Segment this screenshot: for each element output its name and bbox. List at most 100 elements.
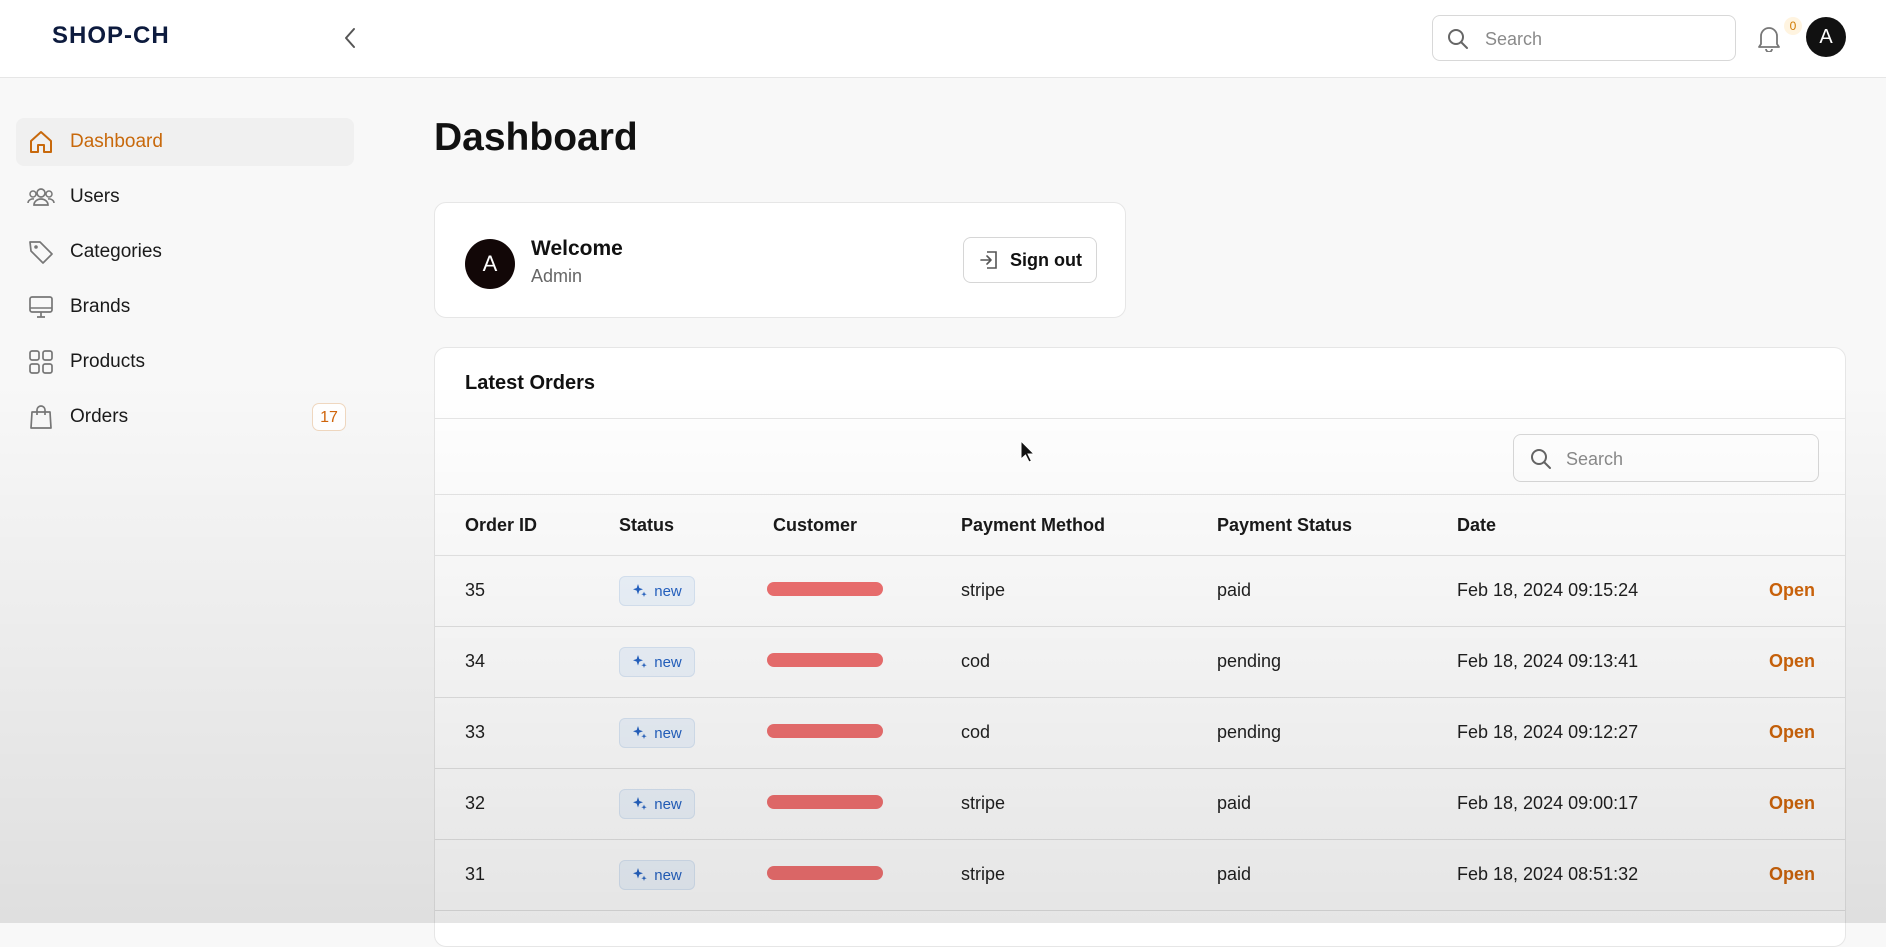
page-title: Dashboard [434,116,638,159]
sparkle-icon [633,726,647,739]
sidebar-item-label: Orders [70,406,129,427]
avatar: A [465,239,515,289]
payment-status: pending [1217,651,1282,671]
order-id: 32 [465,793,486,813]
open-order-link[interactable]: Open [1769,651,1815,672]
column-header-customer[interactable]: Customer [773,515,857,536]
sidebar: Dashboard Users Categories Brands Produc… [0,78,370,923]
welcome-role: Admin [531,266,583,286]
column-header-status[interactable]: Status [619,515,674,536]
payment-method: cod [961,722,991,742]
status-badge: new [619,860,695,890]
status-label: new [654,866,682,884]
open-order-link[interactable]: Open [1769,722,1815,743]
order-id: 31 [465,864,486,884]
sidebar-item-products[interactable]: Products [16,338,354,386]
sign-out-button[interactable]: Sign out [963,237,1097,283]
user-avatar[interactable]: A [1806,17,1846,57]
redacted-customer-name [767,724,883,738]
order-date: Feb 18, 2024 09:13:41 [1457,651,1639,671]
latest-orders-card: Latest Orders Order ID Status Customer P… [434,347,1846,947]
payment-method: cod [961,651,991,671]
status-badge: new [619,718,695,748]
divider [435,418,1845,419]
order-date: Feb 18, 2024 09:12:27 [1457,722,1639,742]
payment-status: paid [1217,864,1252,884]
sidebar-item-users[interactable]: Users [16,173,354,221]
open-order-link[interactable]: Open [1769,864,1815,885]
welcome-title: Welcome [531,237,623,260]
table-row[interactable]: 31 new stripe paid Feb 18, 2024 08:51:32 Open [435,840,1845,911]
column-header-date[interactable]: Date [1457,515,1496,536]
payment-method: stripe [961,580,1006,600]
order-id: 34 [465,651,486,671]
payment-status: paid [1217,580,1252,600]
column-header-payment-status[interactable]: Payment Status [1217,515,1352,536]
sparkle-icon [633,797,647,810]
status-label: new [654,795,682,813]
sidebar-item-label: Dashboard [70,131,163,152]
bell-icon [1758,27,1780,53]
order-date: Feb 18, 2024 08:51:32 [1457,864,1639,884]
redacted-customer-name [767,582,883,596]
redacted-customer-name [767,866,883,880]
sidebar-item-label: Brands [70,296,131,317]
table-row[interactable]: 32 new stripe paid Feb 18, 2024 09:00:17 Open [435,769,1845,840]
table-row[interactable]: 34 new cod pending Feb 18, 2024 09:13:41 Open [435,627,1845,698]
sidebar-item-brands[interactable]: Brands [16,283,354,331]
orders-title: Latest Orders [465,372,596,394]
tag-icon [26,237,56,267]
sign-out-icon [980,251,997,269]
brand-logo[interactable]: SHOP-CH [52,22,170,50]
chevron-left-icon [345,28,355,48]
sidebar-item-dashboard[interactable]: Dashboard [16,118,354,166]
status-label: new [654,724,682,742]
collapse-sidebar-button[interactable] [336,24,364,52]
orders-search[interactable] [1513,434,1819,482]
shopping-bag-icon [26,402,56,432]
order-date: Feb 18, 2024 09:00:17 [1457,793,1639,813]
status-badge: new [619,789,695,819]
sidebar-item-label: Products [70,351,145,372]
order-date: Feb 18, 2024 09:15:24 [1457,580,1639,600]
sparkle-icon [633,868,647,881]
order-id: 35 [465,580,486,600]
notifications-count-badge: 0 [1784,17,1802,35]
payment-method: stripe [961,864,1006,884]
table-row[interactable]: 35 new stripe paid Feb 18, 2024 09:15:24 Open [435,556,1845,627]
table-header: Order ID Status Customer Payment Method … [435,494,1845,556]
redacted-customer-name [767,653,883,667]
sidebar-item-label: Categories [70,241,162,262]
home-icon [26,127,56,157]
welcome-card: A Welcome Admin Sign out [434,202,1126,318]
mouse-cursor-icon [1020,439,1036,469]
header-search[interactable] [1432,15,1736,61]
table-row[interactable]: 33 new cod pending Feb 18, 2024 09:12:27 Open [435,698,1845,769]
order-id: 33 [465,722,486,742]
top-header: SHOP-CH 0 A [0,0,1886,78]
header-search-input[interactable] [1483,24,1727,54]
column-header-order-id[interactable]: Order ID [465,515,537,536]
orders-search-input[interactable] [1564,444,1808,474]
redacted-customer-name [767,795,883,809]
monitor-icon [26,292,56,322]
payment-method: stripe [961,793,1006,813]
orders-count-badge: 17 [312,403,346,431]
sign-out-label: Sign out [1010,249,1082,270]
status-badge: new [619,647,695,677]
grid-icon [26,347,56,377]
sparkle-icon [633,655,647,668]
sidebar-item-categories[interactable]: Categories [16,228,354,276]
open-order-link[interactable]: Open [1769,793,1815,814]
column-header-payment-method[interactable]: Payment Method [961,515,1105,536]
sidebar-item-orders[interactable]: Orders 17 [16,393,354,441]
open-order-link[interactable]: Open [1769,580,1815,601]
payment-status: pending [1217,722,1282,742]
search-icon [1530,448,1552,475]
sparkle-icon [633,584,647,597]
status-label: new [654,653,682,671]
search-icon [1447,28,1469,55]
payment-status: paid [1217,793,1252,813]
notifications-button[interactable] [1756,24,1782,57]
users-icon [26,182,56,212]
